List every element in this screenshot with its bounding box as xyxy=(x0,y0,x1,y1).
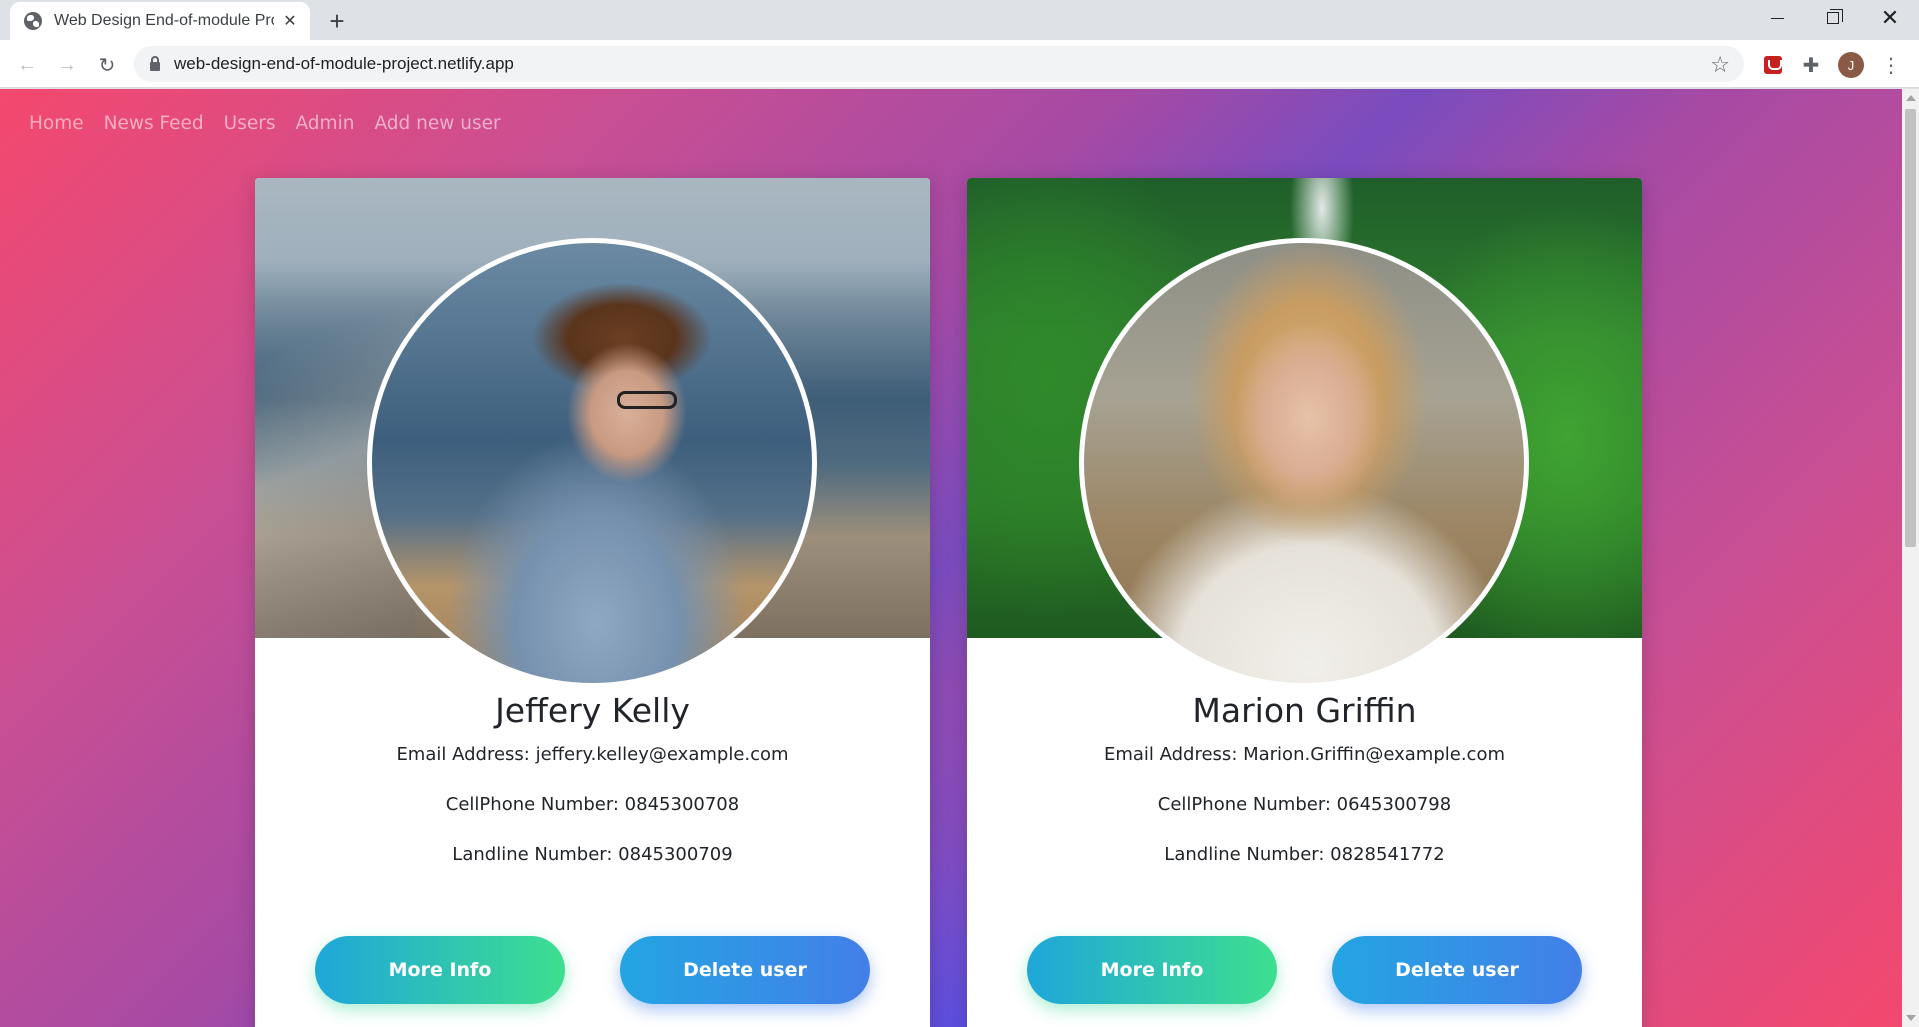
user-landline: Landline Number: 0845300709 xyxy=(452,844,733,865)
address-bar[interactable]: web-design-end-of-module-project.netlify… xyxy=(134,46,1744,82)
user-cellphone: CellPhone Number: 0845300708 xyxy=(445,794,740,815)
user-card: Jeffery Kelly Email Address: jeffery.kel… xyxy=(255,178,930,1027)
globe-icon xyxy=(24,12,42,30)
scroll-down-icon[interactable] xyxy=(1906,1015,1916,1021)
user-landline: Landline Number: 0828541772 xyxy=(1164,844,1445,865)
user-card: Marion Griffin Email Address: Marion.Gri… xyxy=(967,178,1642,1027)
puzzle-icon[interactable]: ✚ xyxy=(1796,50,1826,80)
user-email: Email Address: Marion.Griffin@example.co… xyxy=(1103,744,1506,765)
close-icon[interactable]: ✕ xyxy=(280,11,300,31)
nav-users[interactable]: Users xyxy=(224,113,276,134)
scrollbar-thumb[interactable] xyxy=(1905,109,1916,547)
browser-tab[interactable]: Web Design End-of-module Proj ✕ xyxy=(10,2,310,40)
more-info-button[interactable]: More Info xyxy=(1027,936,1277,1004)
more-info-button[interactable]: More Info xyxy=(315,936,565,1004)
user-name: Marion Griffin xyxy=(1192,691,1417,730)
lock-icon xyxy=(150,56,160,71)
minimize-icon xyxy=(1770,17,1784,19)
plus-icon[interactable]: + xyxy=(322,6,352,36)
page-viewport: Home News Feed Users Admin Add new user … xyxy=(0,89,1902,1027)
nav-admin[interactable]: Admin xyxy=(295,113,354,134)
restore-button[interactable] xyxy=(1805,0,1861,36)
user-avatar xyxy=(367,238,817,688)
user-email: Email Address: jeffery.kelley@example.co… xyxy=(396,744,789,765)
delete-user-button[interactable]: Delete user xyxy=(620,936,870,1004)
page-scrollbar[interactable] xyxy=(1902,89,1919,1027)
card-body: Jeffery Kelly Email Address: jeffery.kel… xyxy=(255,638,930,1027)
nav-home[interactable]: Home xyxy=(29,113,84,134)
shield-extension-icon[interactable] xyxy=(1758,50,1788,80)
user-avatar xyxy=(1079,238,1529,688)
scroll-up-icon[interactable] xyxy=(1906,95,1916,101)
delete-user-button[interactable]: Delete user xyxy=(1332,936,1582,1004)
user-cellphone: CellPhone Number: 0645300798 xyxy=(1157,794,1452,815)
forward-arrow-icon[interactable]: → xyxy=(52,50,82,80)
nav-add-new-user[interactable]: Add new user xyxy=(374,113,500,134)
profile-avatar[interactable]: J xyxy=(1836,50,1866,80)
browser-toolbar: ← → ↻ web-design-end-of-module-project.n… xyxy=(0,40,1919,88)
window-close-button[interactable]: ✕ xyxy=(1862,0,1918,36)
card-body: Marion Griffin Email Address: Marion.Gri… xyxy=(967,638,1642,1027)
minimize-button[interactable] xyxy=(1749,0,1805,36)
back-arrow-icon[interactable]: ← xyxy=(12,50,42,80)
tab-title: Web Design End-of-module Proj xyxy=(54,12,274,29)
nav-news-feed[interactable]: News Feed xyxy=(104,113,204,134)
url-text[interactable]: web-design-end-of-module-project.netlify… xyxy=(174,54,514,74)
star-icon[interactable]: ☆ xyxy=(1710,52,1730,78)
site-nav: Home News Feed Users Admin Add new user xyxy=(29,113,501,134)
reload-icon[interactable]: ↻ xyxy=(92,50,122,80)
browser-tab-strip: Web Design End-of-module Proj ✕ + ✕ xyxy=(0,0,1919,40)
restore-icon xyxy=(1827,9,1843,24)
kebab-menu-icon[interactable]: ⋮ xyxy=(1876,50,1906,80)
user-name: Jeffery Kelly xyxy=(495,691,690,730)
